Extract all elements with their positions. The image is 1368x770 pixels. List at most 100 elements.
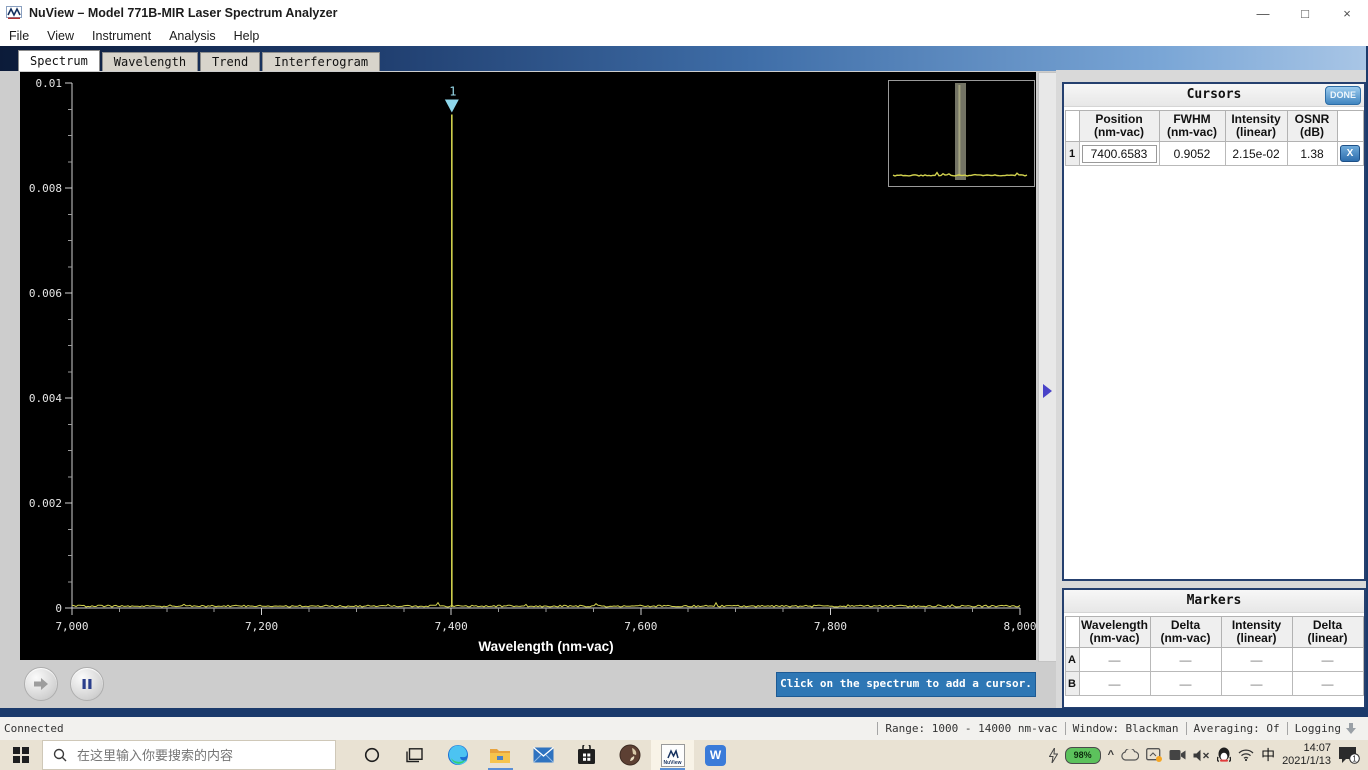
wifi-icon[interactable] [1238,749,1254,761]
store-button[interactable] [565,740,608,770]
tab-trend[interactable]: Trend [200,52,260,71]
nuview-taskbar-button[interactable]: NuView [651,740,694,770]
title-bar: NuView – Model 771B-MIR Laser Spectrum A… [0,0,1368,26]
status-logging[interactable]: Logging [1287,722,1364,735]
onedrive-cloud-icon[interactable] [1121,749,1139,761]
marker-row-b: B — — — — [1065,672,1363,696]
notification-badge: 1 [1352,755,1357,764]
qq-icon[interactable] [1217,747,1231,763]
done-button[interactable]: DONE [1325,86,1361,105]
cursors-col-osnr: OSNR(dB) [1287,111,1337,142]
expander-arrow-icon[interactable] [1043,384,1052,398]
menu-view[interactable]: View [38,29,83,43]
x-tick-label: 7,000 [55,620,88,633]
cursor-delete-button[interactable]: X [1340,145,1360,162]
status-bar: Connected Range: 1000 - 14000 nm-vac Win… [0,717,1368,740]
x-tick-label: 8,000 [1003,620,1036,633]
mail-button[interactable] [522,740,565,770]
task-view-button[interactable] [393,740,436,770]
minimize-button[interactable]: — [1242,0,1284,26]
cortana-button[interactable] [350,740,393,770]
pause-icon [81,678,93,690]
panel-expander-strip[interactable] [1038,72,1057,662]
x-axis-title: Wavelength (nm-vac) [478,639,613,654]
status-logging-label: Logging [1295,722,1341,735]
x-tick-label: 7,800 [814,620,847,633]
camera-icon[interactable] [1169,749,1186,761]
snip-tool-icon[interactable] [1146,748,1162,762]
status-averaging: Averaging: Of [1186,722,1287,735]
cursor-delete-cell: X [1337,142,1363,166]
edge-browser-icon [447,744,469,766]
app-logo-icon [6,6,22,20]
menu-help[interactable]: Help [225,29,269,43]
x-tick-label: 7,400 [435,620,468,633]
marker-b-wavelength: — [1079,672,1150,696]
cursor-osnr-value: 1.38 [1287,142,1337,166]
ime-indicator[interactable]: 中 [1261,745,1275,765]
overview-inset-svg [889,81,1032,184]
tray-time: 14:07 [1282,742,1331,755]
marker-a-intensity: — [1221,648,1292,672]
menu-analysis[interactable]: Analysis [160,29,225,43]
markers-panel: Markers Wavelength(nm-vac) Delta(nm-vac)… [1062,588,1366,709]
wps-icon: W [705,745,726,766]
overview-inset[interactable] [888,80,1035,187]
file-explorer-button[interactable] [479,740,522,770]
tray-chevron-up[interactable]: ^ [1108,749,1114,761]
y-tick-label: 0.004 [29,392,62,405]
cursor-position-value[interactable]: 7400.6583 [1082,145,1157,163]
markers-col-delta-lin: Delta(linear) [1292,617,1363,648]
cursors-panel-title: Cursors DONE [1064,84,1364,107]
cursors-col-position: Position(nm-vac) [1079,111,1159,142]
clock[interactable]: 14:07 2021/1/13 [1282,742,1331,768]
window-frame-bottom [0,708,1368,717]
microsoft-store-icon [577,745,596,765]
edge-button[interactable] [436,740,479,770]
notification-center-icon[interactable]: 1 [1338,746,1360,764]
window-title: NuView – Model 771B-MIR Laser Spectrum A… [29,6,337,20]
cortana-circle-icon [364,747,380,763]
maximize-button[interactable]: □ [1284,0,1326,26]
round-brown-app-button[interactable] [608,740,651,770]
menu-instrument[interactable]: Instrument [83,29,160,43]
continue-button[interactable] [24,667,58,701]
search-input[interactable] [75,747,319,764]
tab-wavelength[interactable]: Wavelength [102,52,198,71]
cursors-table: Position(nm-vac) FWHM(nm-vac) Intensity(… [1065,110,1364,166]
status-connected: Connected [4,722,64,735]
volume-muted-icon[interactable] [1193,749,1210,762]
nuview-glyph-icon [667,749,679,760]
wps-button[interactable]: W [694,740,737,770]
tab-spectrum[interactable]: Spectrum [18,50,100,71]
start-button[interactable] [0,740,42,770]
close-button[interactable]: × [1326,0,1368,26]
spectrum-trace [72,603,1020,607]
x-tick-label: 7,200 [245,620,278,633]
cursor-marker-label[interactable]: 1 [449,85,456,99]
status-right-group: Range: 1000 - 14000 nm-vac Window: Black… [877,722,1364,735]
spectrum-plot-svg[interactable]: 00.0020.0040.0060.0080.017,0007,2007,400… [20,72,1036,660]
cursors-col-intensity: Intensity(linear) [1225,111,1287,142]
task-view-icon [406,748,423,763]
taskbar-search-box[interactable] [42,740,336,770]
inset-view-band [955,83,966,180]
pause-button[interactable] [70,667,104,701]
menu-file[interactable]: File [0,29,38,43]
spectrum-plot[interactable]: 00.0020.0040.0060.0080.017,0007,2007,400… [20,72,1036,660]
marker-row-a-label: A [1065,648,1079,672]
cursor-fwhm-value: 0.9052 [1159,142,1225,166]
download-arrow-icon [1345,723,1357,735]
marker-a-wavelength: — [1079,648,1150,672]
marker-a-delta-lin: — [1292,648,1363,672]
tray-date: 2021/1/13 [1282,755,1331,768]
cursor-row: 1 7400.6583 0.9052 2.15e-02 1.38 X [1065,142,1363,166]
status-range: Range: 1000 - 14000 nm-vac [877,722,1064,735]
battery-indicator[interactable]: 98% [1065,747,1101,764]
cursors-corner-cell [1065,111,1079,142]
marker-b-delta-nm: — [1150,672,1221,696]
tab-interferogram[interactable]: Interferogram [262,52,380,71]
arrow-right-icon [32,677,50,691]
round-brown-app-icon [619,744,641,766]
nuview-app-icon: NuView [661,744,685,767]
